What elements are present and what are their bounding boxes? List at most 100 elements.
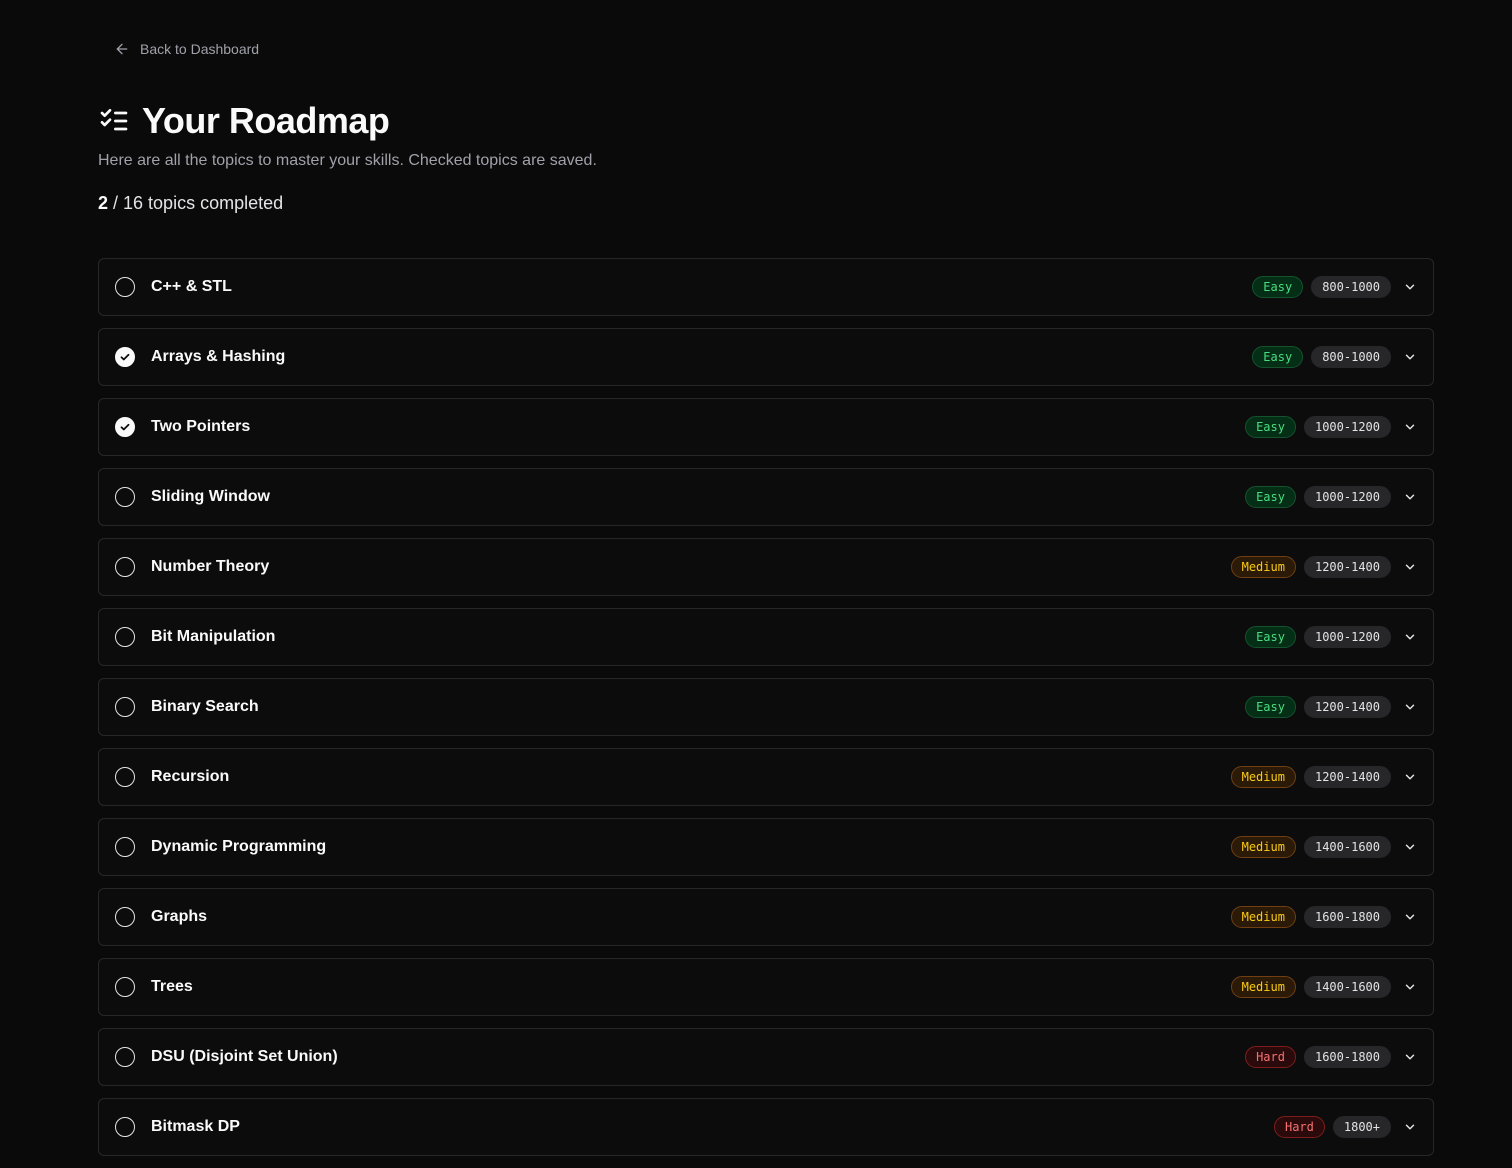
topic-checkbox[interactable]	[115, 627, 135, 647]
topic-row[interactable]: Trees Medium 1400-1600	[98, 958, 1434, 1016]
topic-name: Graphs	[151, 908, 208, 925]
topic-row[interactable]: Dynamic Programming Medium 1400-1600	[98, 818, 1434, 876]
rating-badge: 1000-1200	[1303, 486, 1391, 508]
topic-checkbox[interactable]	[115, 837, 135, 857]
check-icon	[120, 423, 130, 431]
chevron-down-icon[interactable]	[1403, 490, 1417, 504]
topic-checkbox[interactable]	[115, 907, 135, 927]
difficulty-badge: Easy	[1252, 346, 1304, 368]
topic-checkbox[interactable]	[115, 1117, 135, 1137]
page-title: Your Roadmap	[142, 100, 390, 141]
back-to-dashboard-link[interactable]: Back to Dashboard	[114, 41, 259, 57]
topic-checkbox[interactable]	[115, 977, 135, 997]
chevron-down-icon[interactable]	[1403, 770, 1417, 784]
chevron-down-icon[interactable]	[1403, 1120, 1417, 1134]
topic-badges: Medium 1200-1400	[1230, 766, 1417, 788]
rating-badge: 1000-1200	[1303, 416, 1391, 438]
rating-badge: 1400-1600	[1303, 976, 1391, 998]
difficulty-badge: Easy	[1245, 696, 1296, 718]
chevron-down-icon[interactable]	[1403, 700, 1417, 714]
topic-row[interactable]: Bitmask DP Hard 1800+	[98, 1098, 1434, 1156]
topic-checkbox[interactable]	[115, 697, 135, 717]
difficulty-badge: Medium	[1230, 766, 1296, 788]
difficulty-badge: Medium	[1230, 556, 1296, 578]
chevron-down-icon[interactable]	[1403, 1050, 1417, 1064]
difficulty-badge: Easy	[1245, 416, 1296, 438]
rating-badge: 1800+	[1332, 1116, 1391, 1138]
topic-checkbox[interactable]	[115, 1047, 135, 1067]
difficulty-badge: Hard	[1273, 1116, 1325, 1138]
topic-badges: Hard 1800+	[1273, 1116, 1417, 1138]
topic-row[interactable]: Sliding Window Easy 1000-1200	[98, 468, 1434, 526]
difficulty-badge: Medium	[1230, 906, 1296, 928]
chevron-down-icon[interactable]	[1403, 840, 1417, 854]
topic-row[interactable]: Arrays & Hashing Easy 800-1000	[98, 328, 1434, 386]
rating-badge: 800-1000	[1311, 346, 1391, 368]
chevron-down-icon[interactable]	[1403, 420, 1417, 434]
topic-badges: Easy 800-1000	[1252, 346, 1417, 368]
chevron-down-icon[interactable]	[1403, 280, 1417, 294]
topic-name: Bitmask DP	[151, 1118, 240, 1135]
difficulty-badge: Medium	[1230, 836, 1296, 858]
topic-name: C++ & STL	[151, 278, 232, 295]
chevron-down-icon[interactable]	[1403, 910, 1417, 924]
rating-badge: 800-1000	[1311, 276, 1391, 298]
chevron-down-icon[interactable]	[1403, 980, 1417, 994]
topic-name: Sliding Window	[151, 488, 270, 505]
page-header: Your Roadmap	[98, 100, 390, 142]
chevron-down-icon[interactable]	[1403, 350, 1417, 364]
topic-row[interactable]: Binary Search Easy 1200-1400	[98, 678, 1434, 736]
arrow-left-icon	[114, 41, 130, 57]
topic-checkbox[interactable]	[115, 767, 135, 787]
difficulty-badge: Easy	[1245, 626, 1296, 648]
topic-list: C++ & STL Easy 800-1000 Arrays & Hashing…	[98, 258, 1434, 1168]
topic-checkbox[interactable]	[115, 347, 135, 367]
difficulty-badge: Easy	[1245, 486, 1296, 508]
back-link-label: Back to Dashboard	[140, 41, 260, 57]
topic-badges: Medium 1600-1800	[1230, 906, 1417, 928]
topic-name: Recursion	[151, 768, 230, 785]
chevron-down-icon[interactable]	[1403, 560, 1417, 574]
difficulty-badge: Easy	[1252, 276, 1304, 298]
topic-row[interactable]: Number Theory Medium 1200-1400	[98, 538, 1434, 596]
topic-name: Two Pointers	[151, 418, 251, 435]
topic-badges: Medium 1400-1600	[1230, 976, 1417, 998]
topic-badges: Medium 1200-1400	[1230, 556, 1417, 578]
topic-name: DSU (Disjoint Set Union)	[151, 1048, 338, 1065]
completed-count: 2	[98, 193, 109, 213]
topic-badges: Medium 1400-1600	[1230, 836, 1417, 858]
topic-row[interactable]: C++ & STL Easy 800-1000	[98, 258, 1434, 316]
topic-name: Binary Search	[151, 698, 259, 715]
progress-summary: 2 / 16 topics completed	[98, 193, 283, 214]
topic-checkbox[interactable]	[115, 487, 135, 507]
rating-badge: 1200-1400	[1303, 696, 1391, 718]
topic-row[interactable]: DSU (Disjoint Set Union) Hard 1600-1800	[98, 1028, 1434, 1086]
topic-row[interactable]: Graphs Medium 1600-1800	[98, 888, 1434, 946]
topic-name: Arrays & Hashing	[151, 348, 286, 365]
rating-badge: 1000-1200	[1303, 626, 1391, 648]
topic-name: Bit Manipulation	[151, 628, 276, 645]
rating-badge: 1200-1400	[1303, 766, 1391, 788]
topic-badges: Easy 1000-1200	[1245, 416, 1417, 438]
topic-checkbox[interactable]	[115, 277, 135, 297]
page-subtitle: Here are all the topics to master your s…	[98, 152, 597, 169]
topic-name: Trees	[151, 978, 193, 995]
rating-badge: 1200-1400	[1303, 556, 1391, 578]
topic-row[interactable]: Bit Manipulation Easy 1000-1200	[98, 608, 1434, 666]
difficulty-badge: Medium	[1230, 976, 1296, 998]
list-checks-icon	[98, 105, 130, 137]
topic-badges: Easy 1000-1200	[1245, 486, 1417, 508]
difficulty-badge: Hard	[1245, 1046, 1296, 1068]
topic-row[interactable]: Recursion Medium 1200-1400	[98, 748, 1434, 806]
topic-checkbox[interactable]	[115, 557, 135, 577]
rating-badge: 1600-1800	[1303, 906, 1391, 928]
topic-row[interactable]: Two Pointers Easy 1000-1200	[98, 398, 1434, 456]
topic-badges: Hard 1600-1800	[1245, 1046, 1417, 1068]
rating-badge: 1400-1600	[1303, 836, 1391, 858]
chevron-down-icon[interactable]	[1403, 630, 1417, 644]
topic-badges: Easy 800-1000	[1252, 276, 1417, 298]
topic-checkbox[interactable]	[115, 417, 135, 437]
topic-badges: Easy 1200-1400	[1245, 696, 1417, 718]
check-icon	[120, 353, 130, 361]
topic-name: Dynamic Programming	[151, 838, 327, 855]
